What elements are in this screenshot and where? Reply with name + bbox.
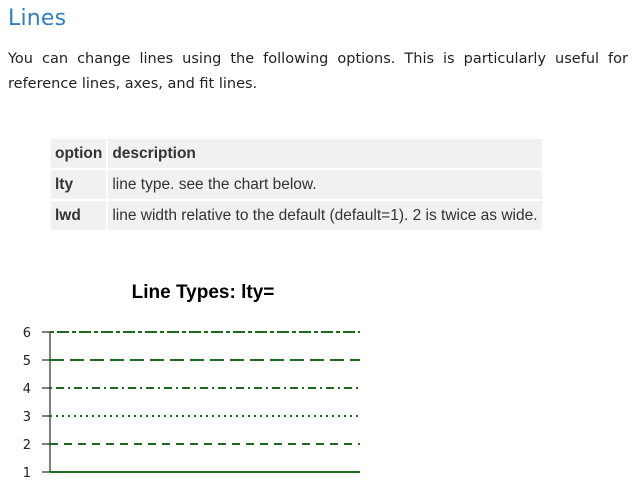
column-header-description: description xyxy=(108,139,542,168)
chart-title: Line Types: lty= xyxy=(132,282,275,303)
chart-canvas: Line Types: lty= 1 2 3 4 5 6 xyxy=(23,282,360,481)
option-cell: lty xyxy=(51,170,107,199)
y-tick-label: 2 xyxy=(23,438,31,453)
table-row: lty line type. see the chart below. xyxy=(51,170,542,199)
y-tick-label: 3 xyxy=(23,410,31,425)
description-cell: line type. see the chart below. xyxy=(108,170,542,199)
y-tick-label: 1 xyxy=(23,466,31,481)
description-cell: line width relative to the default (defa… xyxy=(108,201,542,230)
y-tick-label: 6 xyxy=(23,326,31,341)
options-table: option description lty line type. see th… xyxy=(49,137,544,232)
table-row: lwd line width relative to the default (… xyxy=(51,201,542,230)
page-title: Lines xyxy=(8,6,67,31)
column-header-option: option xyxy=(51,139,107,168)
y-tick-label: 4 xyxy=(23,382,31,397)
line-types-chart: Line Types: lty= 1 2 3 4 5 6 xyxy=(0,270,640,500)
table-header-row: option description xyxy=(51,139,542,168)
y-tick-label: 5 xyxy=(23,354,31,369)
option-cell: lwd xyxy=(51,201,107,230)
intro-paragraph: You can change lines using the following… xyxy=(8,51,628,92)
